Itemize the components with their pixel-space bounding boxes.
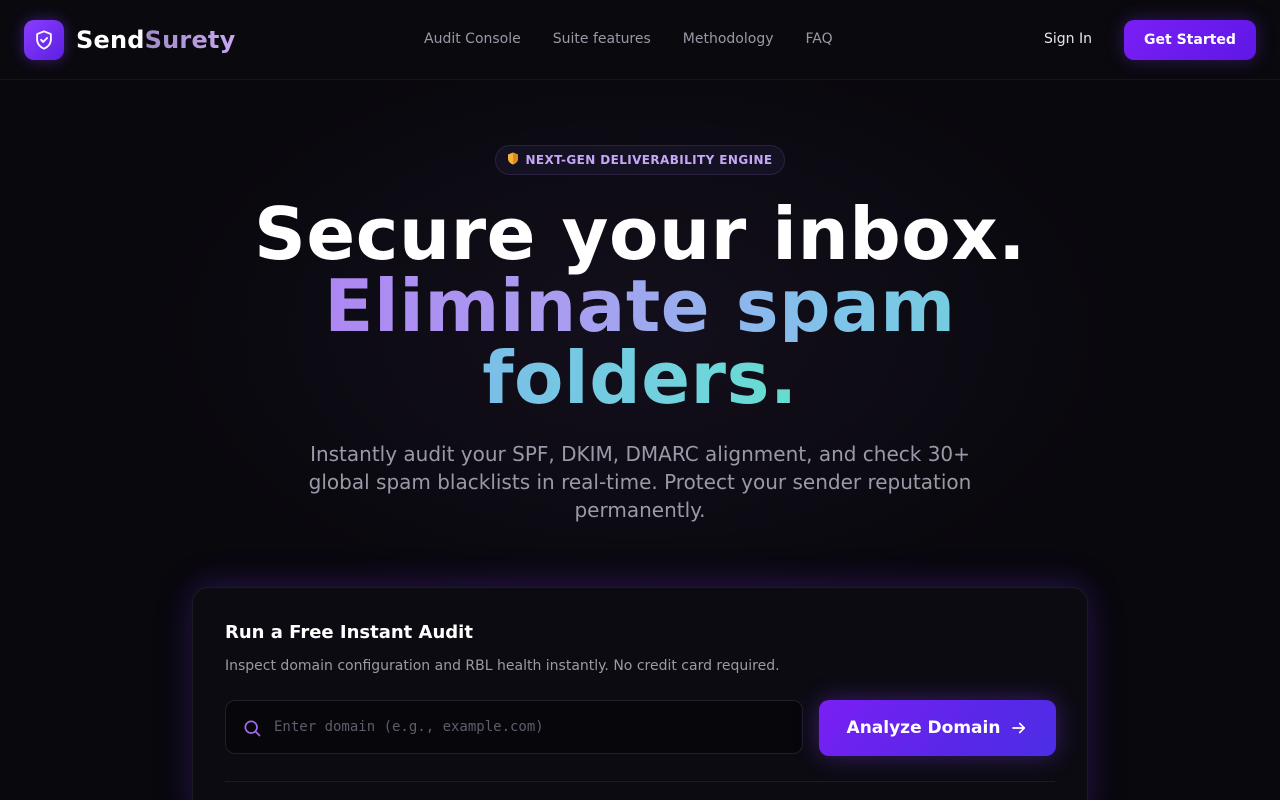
card-divider — [225, 781, 1055, 782]
shield-check-icon — [24, 20, 64, 60]
audit-card-title: Run a Free Instant Audit — [225, 622, 473, 643]
search-icon — [242, 718, 262, 738]
nav-links: Audit Console Suite features Methodology… — [424, 30, 833, 50]
domain-input-container — [225, 700, 803, 754]
headline-line2: Eliminate spam — [0, 270, 1280, 342]
shield-icon — [507, 152, 519, 168]
nav-link-faq[interactable]: FAQ — [806, 30, 833, 50]
audit-card-description: Inspect domain configuration and RBL hea… — [225, 658, 780, 674]
headline-line3: folders. — [0, 342, 1280, 414]
nav-link-methodology[interactable]: Methodology — [683, 30, 774, 50]
brand-name-part1: Send — [76, 26, 145, 54]
analyze-domain-button[interactable]: Analyze Domain — [819, 700, 1056, 756]
nav-link-suite-features[interactable]: Suite features — [553, 30, 651, 50]
hero-badge: NEXT-GEN DELIVERABILITY ENGINE — [495, 145, 785, 175]
top-navbar: SendSurety Audit Console Suite features … — [0, 0, 1280, 80]
audit-card: Run a Free Instant Audit Inspect domain … — [192, 587, 1088, 800]
brand-name-part2: Surety — [144, 26, 236, 54]
hero-subtitle: Instantly audit your SPF, DKIM, DMARC al… — [308, 442, 972, 522]
hero-headline: Secure your inbox. Eliminate spam folder… — [0, 198, 1280, 414]
brand-logo[interactable]: SendSurety — [24, 20, 235, 60]
arrow-right-icon — [1010, 719, 1028, 737]
get-started-button[interactable]: Get Started — [1124, 20, 1256, 60]
headline-line1: Secure your inbox. — [254, 192, 1026, 276]
analyze-domain-label: Analyze Domain — [846, 718, 1001, 738]
domain-input[interactable] — [274, 701, 794, 753]
sign-in-link[interactable]: Sign In — [1044, 30, 1092, 48]
nav-link-audit-console[interactable]: Audit Console — [424, 30, 521, 50]
brand-name: SendSurety — [76, 26, 235, 54]
hero-badge-text: NEXT-GEN DELIVERABILITY ENGINE — [525, 153, 773, 167]
